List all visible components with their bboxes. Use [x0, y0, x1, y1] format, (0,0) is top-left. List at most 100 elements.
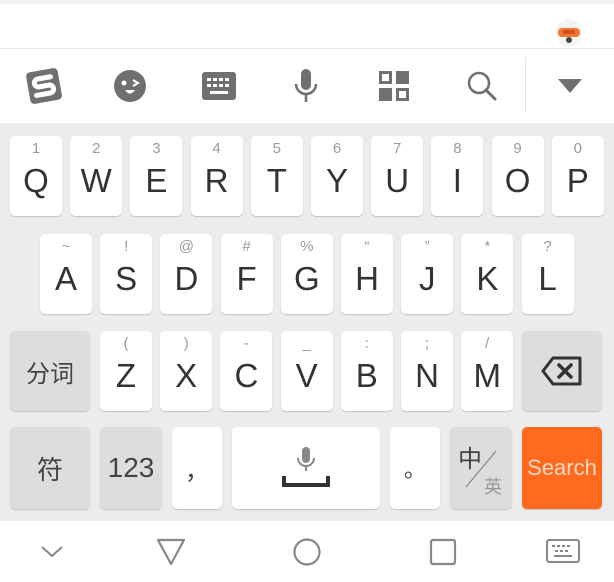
key-secondary-label: 8 — [453, 140, 462, 157]
key-primary-label: Z — [115, 357, 137, 394]
key-secondary-label: 2 — [92, 140, 101, 157]
key-o[interactable]: 9O — [491, 136, 544, 216]
key-secondary-label: ; — [424, 335, 430, 352]
key-secondary-label: 5 — [272, 140, 281, 157]
key-secondary-label: / — [485, 335, 490, 352]
key-f[interactable]: # F — [220, 234, 273, 314]
comma-key-label: ， — [185, 457, 209, 485]
segment-key[interactable]: 分词 — [10, 331, 90, 411]
search-enter-key[interactable]: Search — [522, 427, 602, 509]
key-k[interactable]: * K — [461, 234, 514, 314]
sogou-mascot-icon[interactable] — [554, 15, 584, 49]
key-v[interactable]: _ V — [280, 331, 333, 411]
key-b[interactable]: :B — [340, 331, 393, 411]
key-secondary-label: ! — [124, 238, 129, 255]
key-c[interactable]: -C — [220, 331, 273, 411]
key-t[interactable]: 5T — [250, 136, 303, 216]
key-secondary-label: “ — [364, 238, 370, 255]
key-secondary-label: ? — [543, 238, 552, 255]
key-primary-label: L — [538, 260, 557, 297]
key-z[interactable]: (Z — [100, 331, 152, 411]
keyboard: 1Q2W3E4R5T6Y7U8I9O0P ~ A! S @ D # F% G “H” J * K? L … — [0, 123, 614, 520]
language-switch-key[interactable]: 中 英 — [450, 427, 512, 509]
chevron-down-icon[interactable] — [12, 521, 92, 582]
key-primary-label: S — [115, 260, 138, 297]
backspace-key[interactable] — [522, 331, 602, 411]
key-m[interactable]: / M — [461, 331, 514, 411]
key-i[interactable]: 8I — [431, 136, 484, 216]
microphone-icon[interactable] — [276, 49, 336, 123]
key-secondary-label: 6 — [332, 140, 342, 157]
key-primary-label: U — [385, 162, 410, 199]
key-r[interactable]: 4R — [190, 136, 243, 216]
segment-key-label: 分词 — [26, 360, 74, 388]
key-j[interactable]: ” J — [401, 234, 454, 314]
key-s[interactable]: ! S — [100, 234, 153, 314]
key-primary-label: V — [295, 357, 318, 394]
key-secondary-label: 9 — [513, 140, 522, 157]
key-q[interactable]: 1Q — [10, 136, 62, 216]
key-e[interactable]: 3E — [130, 136, 183, 216]
key-u[interactable]: 7U — [371, 136, 424, 216]
key-w[interactable]: 2W — [70, 136, 123, 216]
key-primary-label: A — [54, 260, 77, 297]
space-key[interactable] — [232, 427, 380, 509]
key-primary-label: N — [415, 357, 439, 394]
grid-icon[interactable] — [364, 49, 424, 123]
key-primary-label: D — [174, 260, 199, 297]
key-p[interactable]: 0P — [551, 136, 604, 216]
key-primary-label: M — [473, 357, 501, 394]
key-primary-label: O — [504, 162, 531, 199]
key-primary-label: I — [452, 162, 462, 199]
key-a[interactable]: ~ A — [40, 234, 92, 314]
key-secondary-label: : — [364, 335, 369, 352]
search-enter-label: Search — [527, 455, 597, 480]
key-primary-label: F — [236, 260, 257, 297]
key-primary-label: J — [418, 260, 436, 297]
key-primary-label: R — [204, 162, 229, 199]
candidate-bar — [0, 4, 614, 49]
key-secondary-label: 1 — [31, 140, 41, 157]
numbers-key[interactable]: 123 — [100, 427, 162, 509]
keyboard-icon[interactable] — [189, 49, 249, 123]
key-x[interactable]: ) X — [160, 331, 213, 411]
key-y[interactable]: 6Y — [311, 136, 363, 216]
key-primary-label: H — [355, 260, 379, 297]
key-h[interactable]: “H — [341, 234, 393, 314]
lang-secondary-label: 英 — [484, 477, 502, 497]
key-g[interactable]: % G — [280, 234, 333, 314]
key-primary-label: G — [293, 260, 320, 297]
sogou-s-icon[interactable] — [14, 49, 74, 123]
key-secondary-label: - — [243, 335, 249, 352]
circle-home-icon[interactable] — [267, 521, 347, 582]
backspace-icon — [541, 356, 582, 386]
numbers-key-label: 123 — [107, 452, 155, 483]
key-secondary-label: # — [242, 238, 251, 255]
key-primary-label: W — [80, 162, 112, 199]
key-secondary-label: % — [300, 238, 314, 255]
key-primary-label: B — [355, 357, 378, 394]
comma-key[interactable]: ， — [172, 427, 222, 509]
key-primary-label: T — [266, 162, 287, 199]
symbols-key[interactable]: 符 — [10, 427, 90, 509]
keyboard-switch-icon[interactable] — [523, 521, 603, 582]
triangle-down-icon[interactable] — [540, 49, 600, 123]
key-primary-label: X — [175, 357, 198, 394]
key-secondary-label: ” — [424, 238, 430, 255]
key-n[interactable]: ; N — [401, 331, 453, 411]
ime-toolbar — [0, 49, 614, 123]
key-secondary-label: ( — [123, 335, 129, 352]
key-secondary-label: 4 — [212, 140, 221, 157]
wink-face-icon[interactable] — [100, 49, 160, 123]
triangle-back-icon[interactable] — [131, 521, 211, 582]
square-recents-icon[interactable] — [403, 521, 483, 582]
key-secondary-label: 7 — [393, 140, 402, 157]
key-secondary-label: ~ — [61, 238, 71, 255]
navigation-bar — [0, 520, 614, 582]
period-key[interactable]: 。 — [390, 427, 440, 509]
search-icon[interactable] — [452, 49, 512, 123]
key-primary-label: C — [234, 357, 259, 394]
period-key-label: 。 — [403, 457, 426, 482]
key-d[interactable]: @ D — [160, 234, 213, 314]
key-l[interactable]: ? L — [521, 234, 574, 314]
